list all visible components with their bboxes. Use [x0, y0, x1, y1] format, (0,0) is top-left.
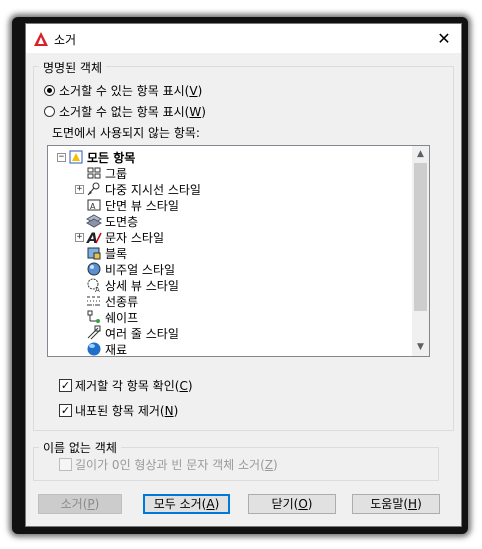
layer-icon — [86, 214, 102, 228]
purge-button[interactable]: 소거(P) — [38, 494, 122, 514]
visual-style-icon — [87, 262, 101, 276]
radio-show-nonpurgeable-label: 소거할 수 없는 항목 표시(W) — [59, 105, 206, 119]
purge-nested-items-label: 내포된 항목 제거(N) — [75, 404, 179, 418]
purge-nested-items-checkbox[interactable]: ✓ 내포된 항목 제거(N) — [59, 402, 178, 419]
tree-item-label: 문자 스타일 — [105, 230, 165, 245]
window-title: 소거 — [54, 33, 77, 47]
radio-show-purgeable-label: 소거할 수 있는 항목 표시(V) — [59, 84, 203, 98]
scroll-up-arrow-icon[interactable]: ▲ — [412, 146, 429, 163]
block-icon — [87, 247, 101, 260]
purge-all-button[interactable]: 모두 소거(A) — [143, 494, 230, 514]
multiline-style-icon — [87, 325, 101, 340]
tree-item[interactable]: 쉐이프 — [75, 309, 138, 325]
scroll-down-arrow-icon[interactable]: ▼ — [412, 339, 429, 356]
svg-text:A: A — [90, 202, 96, 211]
unnamed-objects-label: 이름 없는 객체 — [39, 439, 121, 456]
tree-item[interactable]: − 모든 항목 — [57, 149, 135, 165]
tree-item-label: 비주얼 스타일 — [105, 262, 176, 277]
tree-item[interactable]: A 상세 뷰 스타일 — [75, 277, 179, 293]
tree-item-label: 단면 뷰 스타일 — [105, 198, 179, 213]
unused-items-label: 도면에서 사용되지 않는 항목: — [52, 126, 200, 140]
tree-item-label: 여러 줄 스타일 — [105, 326, 179, 341]
help-button[interactable]: 도움말(H) — [352, 494, 440, 514]
drawing-root-icon — [69, 150, 83, 164]
radio-button-checked[interactable] — [44, 85, 55, 96]
tree-item[interactable]: 선종류 — [75, 293, 138, 309]
confirm-each-item-checkbox[interactable]: ✓ 제거할 각 항목 확인(C) — [59, 377, 193, 394]
tree-item[interactable]: + 다중 지시선 스타일 — [75, 181, 201, 197]
detail-view-style-icon: A — [87, 278, 100, 293]
zero-length-geometry-checkbox[interactable]: 길이가 0인 형상과 빈 문자 객체 소거(Z) — [59, 456, 278, 473]
tree-item-label: 재료 — [105, 342, 128, 357]
zero-length-geometry-label: 길이가 0인 형상과 빈 문자 객체 소거(Z) — [75, 458, 278, 472]
group-icon — [87, 167, 101, 179]
tree-item-label: 블록 — [105, 246, 128, 261]
expand-icon[interactable]: + — [75, 232, 84, 242]
tree-item[interactable]: 여러 줄 스타일 — [75, 325, 179, 341]
tree-item[interactable]: 재료 — [75, 341, 128, 357]
tree-item-label: 모든 항목 — [87, 150, 136, 165]
tree-item[interactable]: A 단면 뷰 스타일 — [75, 197, 179, 213]
close-button[interactable]: 닫기(O) — [248, 494, 336, 514]
material-icon — [87, 342, 101, 356]
section-view-style-icon: A — [87, 199, 101, 211]
close-window-button[interactable]: ✕ — [427, 24, 461, 53]
tree-item-label: 그룹 — [105, 166, 128, 181]
tree-item-label: 다중 지시선 스타일 — [105, 182, 201, 197]
purge-items-tree[interactable]: 치수 스타일재료여러 줄 스타일쉐이프선종류 A 상세 뷰 스타일비주얼 스타일블록… — [47, 145, 430, 357]
radio-show-purgeable[interactable]: 소거할 수 있는 항목 표시(V) — [44, 82, 202, 99]
close-icon: ✕ — [437, 29, 451, 48]
checkbox-disabled-icon[interactable] — [59, 458, 72, 471]
named-objects-label: 명명된 객체 — [39, 59, 107, 76]
tree-item-label: 상세 뷰 스타일 — [105, 278, 179, 293]
confirm-each-item-label: 제거할 각 항목 확인(C) — [75, 379, 193, 393]
expand-icon[interactable]: + — [75, 184, 84, 194]
title-bar: 소거 ✕ — [26, 24, 461, 53]
text-style-icon: A — [86, 231, 102, 245]
tree-item[interactable]: + A 문자 스타일 — [75, 229, 164, 245]
linetype-icon — [87, 296, 101, 306]
autocad-app-icon — [34, 32, 48, 46]
tree-item[interactable]: 도면층 — [75, 213, 138, 229]
tree-item-label: 도면층 — [105, 214, 139, 229]
svg-text:A: A — [95, 286, 100, 293]
radio-show-nonpurgeable[interactable]: 소거할 수 없는 항목 표시(W) — [44, 103, 206, 120]
tree-item[interactable]: 그룹 — [75, 165, 127, 181]
multileader-style-icon — [87, 182, 100, 196]
tree-item[interactable]: 블록 — [75, 245, 127, 261]
scroll-thumb[interactable] — [414, 163, 427, 311]
tree-item-label: 쉐이프 — [105, 310, 139, 325]
tree-item-label: 치수 스타일 — [105, 357, 164, 358]
tree-item-label: 선종류 — [105, 294, 139, 309]
tree-vertical-scrollbar[interactable]: ▲ ▼ — [412, 146, 429, 356]
collapse-icon[interactable]: − — [57, 152, 66, 162]
purge-dialog: 소거 ✕ 명명된 객체 소거할 수 있는 항목 표시(V) 소거할 수 없는 항… — [25, 23, 462, 527]
checkbox-checked-icon[interactable]: ✓ — [59, 379, 72, 392]
tree-item[interactable]: 비주얼 스타일 — [75, 261, 175, 277]
radio-button-unchecked[interactable] — [44, 106, 55, 117]
checkbox-checked-icon[interactable]: ✓ — [59, 404, 72, 417]
shape-icon — [87, 310, 100, 323]
